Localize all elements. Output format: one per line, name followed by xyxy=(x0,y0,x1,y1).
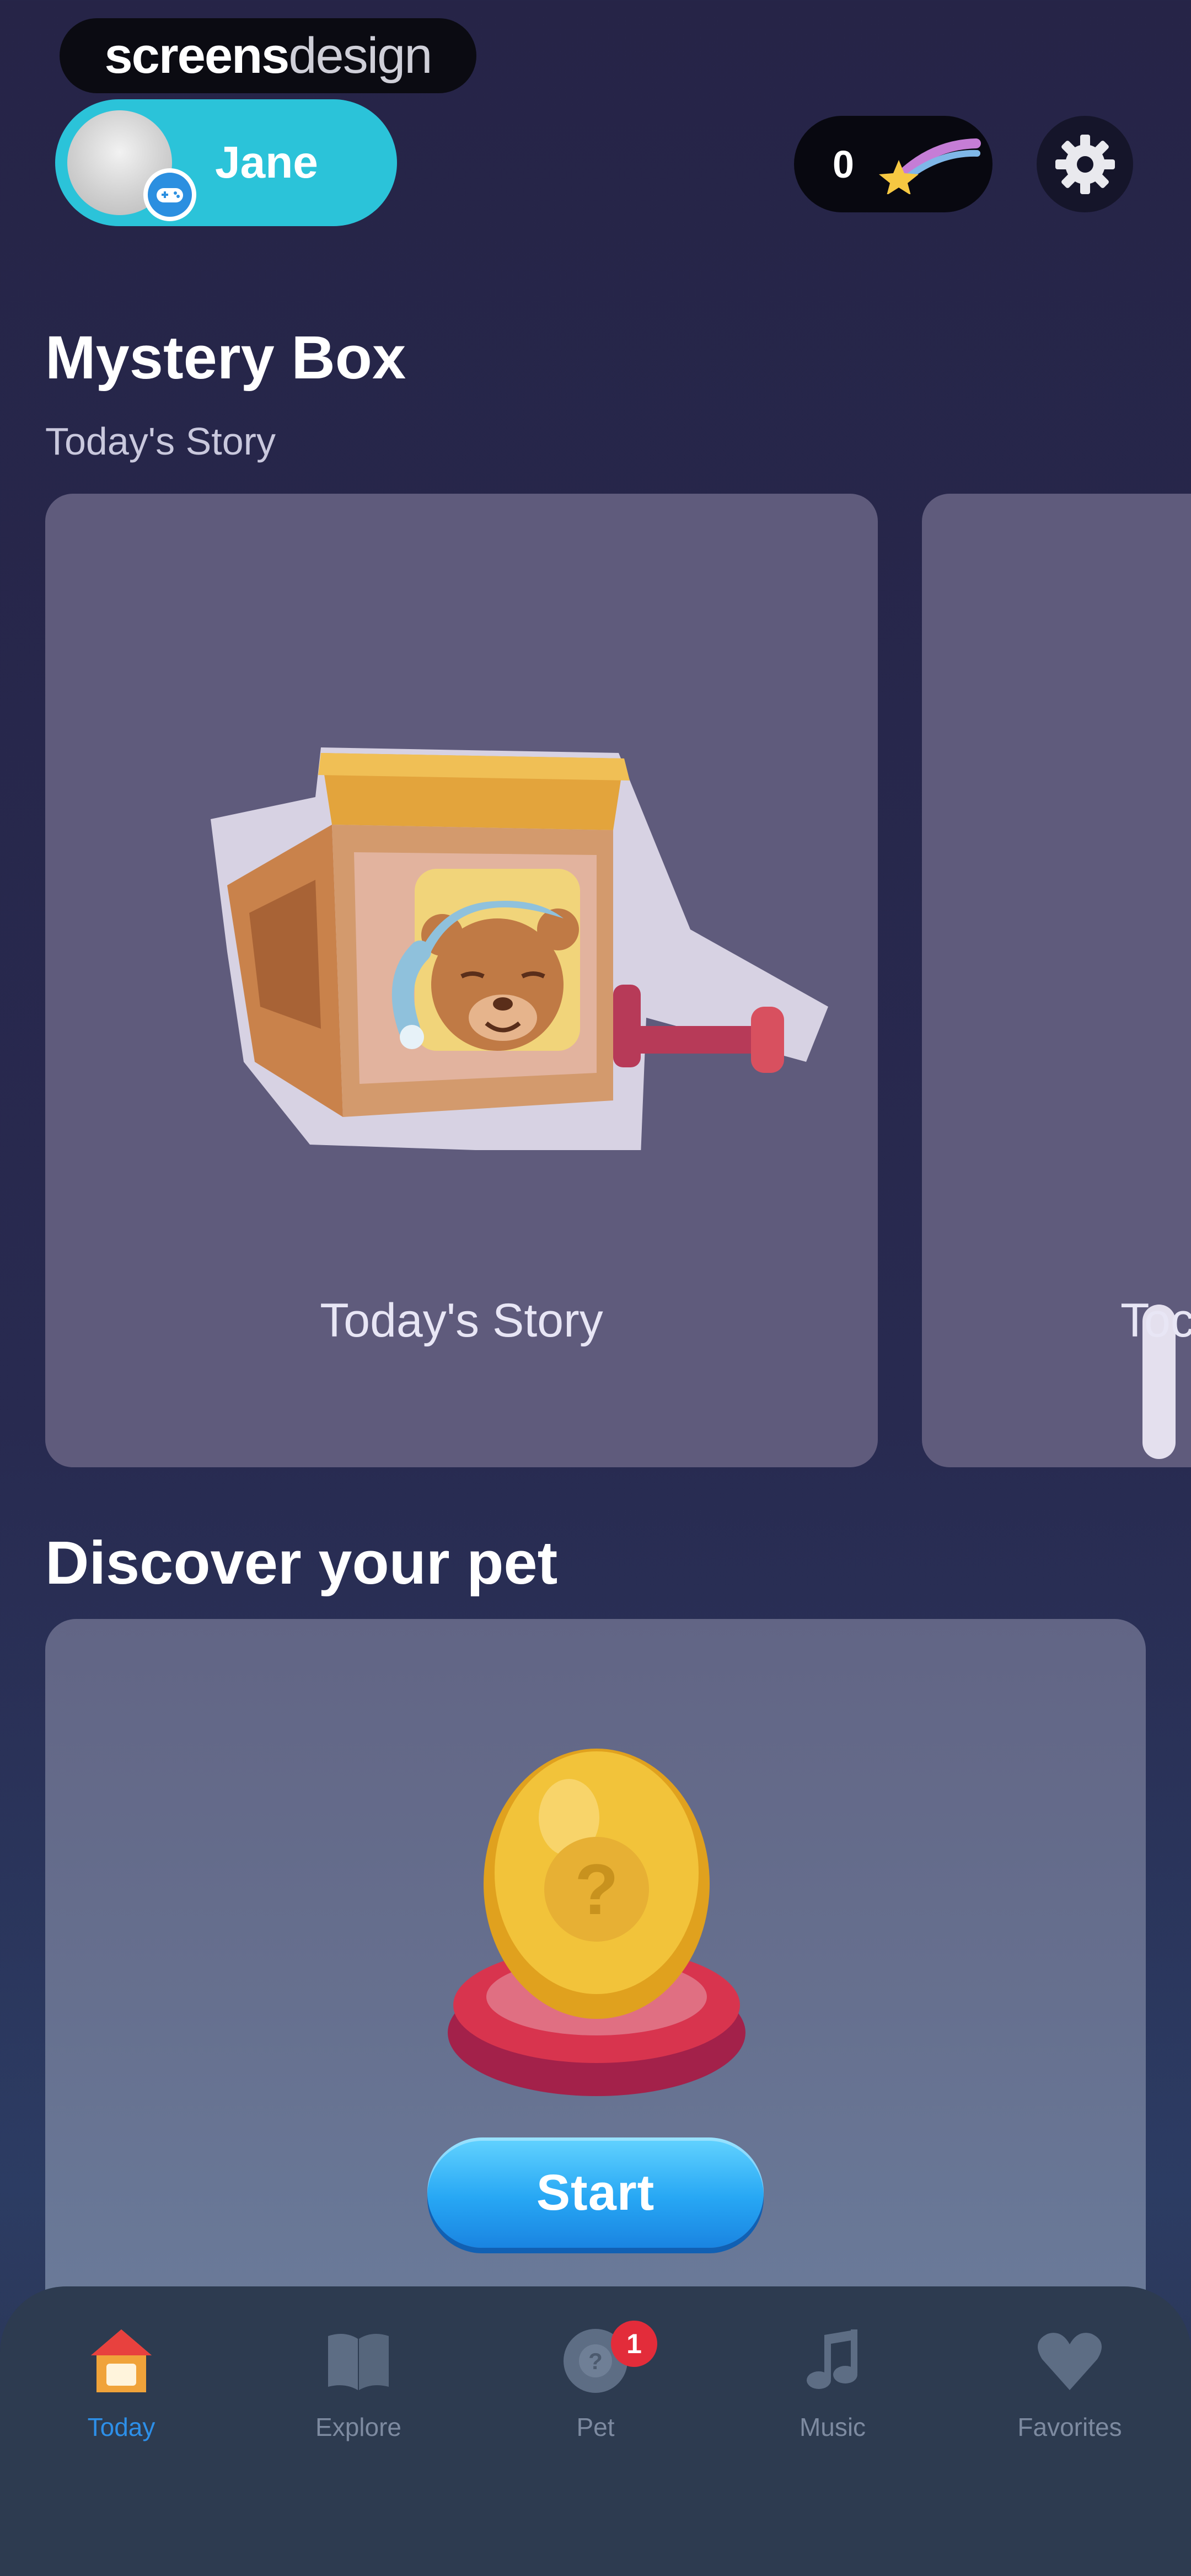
settings-button[interactable] xyxy=(1037,116,1133,212)
music-note-icon xyxy=(807,2329,857,2389)
coins-count: 0 xyxy=(833,142,854,186)
story-card-next-label: Toc xyxy=(1120,1294,1191,1347)
story-card[interactable]: Today's Story xyxy=(45,494,878,1467)
mystery-box-subtitle: Today's Story xyxy=(45,420,276,463)
tab-favorites-label: Favorites xyxy=(1017,2413,1122,2441)
book-icon xyxy=(328,2334,389,2390)
tab-today-label: Today xyxy=(87,2413,155,2441)
pet-card: ? xyxy=(45,1619,1146,2391)
coins-counter[interactable]: 0 xyxy=(794,116,993,212)
tab-music[interactable]: Music xyxy=(744,2325,921,2491)
profile-button[interactable]: Jane xyxy=(55,99,397,226)
tab-today[interactable]: Today xyxy=(33,2325,210,2491)
watermark-part1: screens xyxy=(104,27,290,84)
egg-question-mark: ? xyxy=(575,1849,618,1930)
egg-on-bed-illustration: ? xyxy=(448,1749,745,2096)
gamepad-icon xyxy=(143,168,196,221)
gear-icon xyxy=(1055,134,1115,194)
watermark-logo: screens design xyxy=(60,18,476,93)
pet-notification-badge: 1 xyxy=(611,2321,657,2367)
mystery-box-title: Mystery Box xyxy=(45,324,406,392)
bear-in-box-illustration xyxy=(211,747,828,1150)
story-card-next[interactable]: Toc xyxy=(922,494,1191,1467)
profile-name: Jane xyxy=(215,137,318,188)
heart-icon xyxy=(1038,2333,1102,2390)
home-icon xyxy=(91,2329,152,2392)
pet-section-title: Discover your pet xyxy=(45,1529,558,1597)
svg-text:?: ? xyxy=(588,2348,603,2374)
bottom-tab-bar: Today Explore ? 1 Pet Music Favorites xyxy=(0,2286,1191,2576)
story-card-label: Today's Story xyxy=(320,1294,603,1347)
tab-explore[interactable]: Explore xyxy=(270,2325,447,2491)
start-button[interactable]: Start xyxy=(427,2137,764,2248)
shooting-star-icon xyxy=(879,138,981,194)
tab-explore-label: Explore xyxy=(315,2413,401,2441)
watermark-part2: design xyxy=(288,27,432,84)
tab-music-label: Music xyxy=(799,2413,866,2441)
tab-pet-label: Pet xyxy=(576,2413,615,2441)
tab-pet[interactable]: ? 1 Pet xyxy=(507,2321,684,2491)
tab-favorites[interactable]: Favorites xyxy=(981,2325,1158,2491)
